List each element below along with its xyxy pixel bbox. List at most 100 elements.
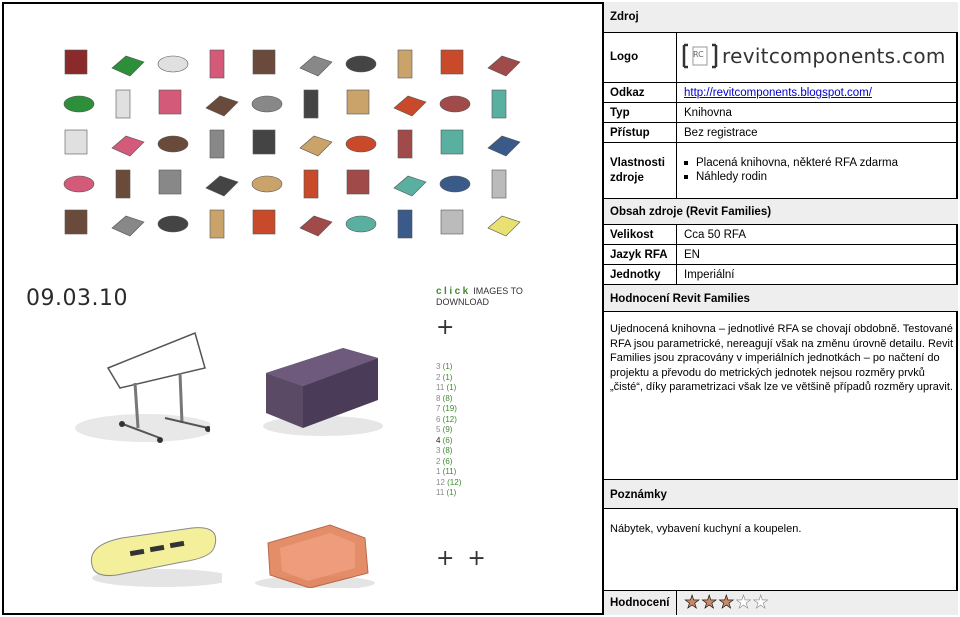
furniture-thumbnail[interactable]	[345, 55, 377, 73]
furniture-thumbnail[interactable]	[303, 89, 319, 119]
plus-icon[interactable]: +	[436, 315, 454, 340]
furniture-thumbnail[interactable]	[64, 49, 88, 75]
furniture-thumbnail[interactable]	[440, 209, 464, 235]
cell-separator	[676, 245, 677, 265]
furniture-thumbnail[interactable]	[205, 175, 239, 197]
furniture-thumbnail[interactable]	[299, 215, 333, 237]
logo-text: revitcomponents.com	[722, 44, 946, 68]
page-link[interactable]: 12 (12)	[436, 478, 461, 489]
rating-text-row: Ujednocená knihovna – jednotlivé RFA se …	[604, 312, 958, 480]
furniture-thumbnail[interactable]	[115, 89, 131, 119]
furniture-thumbnail[interactable]	[439, 175, 471, 193]
library-screenshot: 09.03.10 click IMAGES TO DOWNLOAD + 3 (1…	[10, 28, 568, 588]
furniture-thumbnail[interactable]	[299, 135, 333, 157]
furniture-thumbnail[interactable]	[346, 89, 370, 115]
furniture-thumbnail[interactable]	[487, 55, 521, 77]
furniture-thumbnail[interactable]	[252, 209, 276, 235]
page-link[interactable]: 4 (6)	[436, 436, 461, 447]
type-value: Knihovna	[684, 107, 732, 119]
page-link[interactable]: 3 (8)	[436, 446, 461, 457]
post-date: 09.03.10	[26, 286, 128, 311]
table-preview-image[interactable]	[60, 328, 210, 448]
furniture-thumbnail[interactable]	[397, 209, 413, 239]
furniture-thumbnail[interactable]	[345, 135, 377, 153]
page-link[interactable]: 5 (9)	[436, 425, 461, 436]
rating-header: Hodnocení Revit Families	[610, 293, 750, 305]
furniture-thumbnail[interactable]	[346, 169, 370, 195]
furniture-thumbnail[interactable]	[157, 135, 189, 153]
source-link[interactable]: http://revitcomponents.blogspot.com/	[684, 87, 872, 99]
sofa-preview-image[interactable]	[258, 328, 388, 438]
furniture-thumbnail[interactable]	[205, 95, 239, 117]
furniture-thumbnail[interactable]	[111, 215, 145, 237]
rating-header-row: Hodnocení Revit Families	[604, 285, 958, 312]
furniture-thumbnail[interactable]	[158, 89, 182, 115]
page-link[interactable]: 11 (1)	[436, 488, 461, 499]
furniture-thumbnail[interactable]	[157, 215, 189, 233]
furniture-thumbnail[interactable]	[491, 89, 507, 119]
logo-mark-icon: RC	[680, 39, 720, 73]
access-value: Bez registrace	[684, 127, 758, 139]
furniture-thumbnail[interactable]	[251, 95, 283, 113]
furniture-thumbnail[interactable]	[63, 95, 95, 113]
furniture-thumbnail[interactable]	[63, 175, 95, 193]
size-label: Velikost	[610, 229, 654, 241]
furniture-thumbnail[interactable]	[440, 129, 464, 155]
furniture-thumbnail[interactable]	[111, 55, 145, 77]
furniture-thumbnail[interactable]	[487, 135, 521, 157]
furniture-thumbnail[interactable]	[209, 49, 225, 79]
furniture-thumbnail[interactable]	[209, 129, 225, 159]
units-row: Jednotky Imperiální	[604, 265, 958, 285]
revitcomponents-logo: RC revitcomponents.com	[680, 37, 946, 75]
furniture-thumbnail[interactable]	[397, 129, 413, 159]
furniture-thumbnail[interactable]	[393, 175, 427, 197]
furniture-thumbnail[interactable]	[345, 215, 377, 233]
furniture-thumbnail[interactable]	[252, 49, 276, 75]
furniture-thumbnail[interactable]	[64, 209, 88, 235]
furniture-thumbnail[interactable]	[209, 209, 225, 239]
furniture-thumbnail[interactable]	[440, 49, 464, 75]
star-icon: ★	[701, 592, 718, 613]
furniture-thumbnail[interactable]	[157, 55, 189, 73]
furniture-thumbnail[interactable]	[393, 95, 427, 117]
units-value: Imperiální	[684, 269, 735, 281]
furniture-thumbnail[interactable]	[487, 215, 521, 237]
furniture-thumbnail[interactable]	[299, 55, 333, 77]
furniture-thumbnail[interactable]	[439, 95, 471, 113]
click-to-download-label: click IMAGES TO DOWNLOAD	[436, 286, 523, 307]
page-link[interactable]: 6 (12)	[436, 415, 461, 426]
furniture-thumbnail[interactable]	[252, 129, 276, 155]
furniture-thumbnail[interactable]	[64, 129, 88, 155]
furniture-thumbnails-grid	[63, 49, 521, 239]
star-icon: ★	[752, 592, 769, 613]
furniture-thumbnail[interactable]	[303, 169, 319, 199]
page-link[interactable]: 11 (1)	[436, 383, 461, 394]
armchair-preview-image[interactable]	[250, 513, 380, 588]
furniture-thumbnail[interactable]	[251, 175, 283, 193]
furniture-thumbnail[interactable]	[397, 49, 413, 79]
conference-table-preview-image[interactable]	[82, 520, 222, 588]
logo-row: Logo RC revitcomponents.com	[604, 33, 958, 83]
page-link[interactable]: 2 (1)	[436, 373, 461, 384]
furniture-thumbnail[interactable]	[111, 135, 145, 157]
page-link[interactable]: 7 (19)	[436, 404, 461, 415]
rating-description: Ujednocená knihovna – jednotlivé RFA se …	[610, 323, 954, 393]
notes-text: Nábytek, vybavení kuchyní a koupelen.	[610, 523, 802, 535]
plus-plus-icon[interactable]: + +	[436, 546, 489, 571]
page-link[interactable]: 3 (1)	[436, 362, 461, 373]
furniture-thumbnail[interactable]	[491, 169, 507, 199]
cell-separator	[676, 265, 677, 285]
furniture-thumbnail[interactable]	[158, 169, 182, 195]
furniture-thumbnail[interactable]	[115, 169, 131, 199]
properties-row: Vlastnosti zdroje Placená knihovna, někt…	[604, 143, 958, 199]
type-label: Typ	[610, 107, 630, 119]
source-info-table: Zdroj Logo RC revitcomponents.com Odkaz …	[604, 2, 958, 615]
page-link[interactable]: 8 (8)	[436, 394, 461, 405]
link-row: Odkaz http://revitcomponents.blogspot.co…	[604, 83, 958, 103]
page-link[interactable]: 1 (11)	[436, 467, 461, 478]
logo-label: Logo	[610, 51, 639, 63]
score-label: Hodnocení	[610, 597, 670, 609]
cell-separator	[676, 591, 677, 615]
cell-separator	[676, 83, 677, 103]
page-link[interactable]: 2 (6)	[436, 457, 461, 468]
